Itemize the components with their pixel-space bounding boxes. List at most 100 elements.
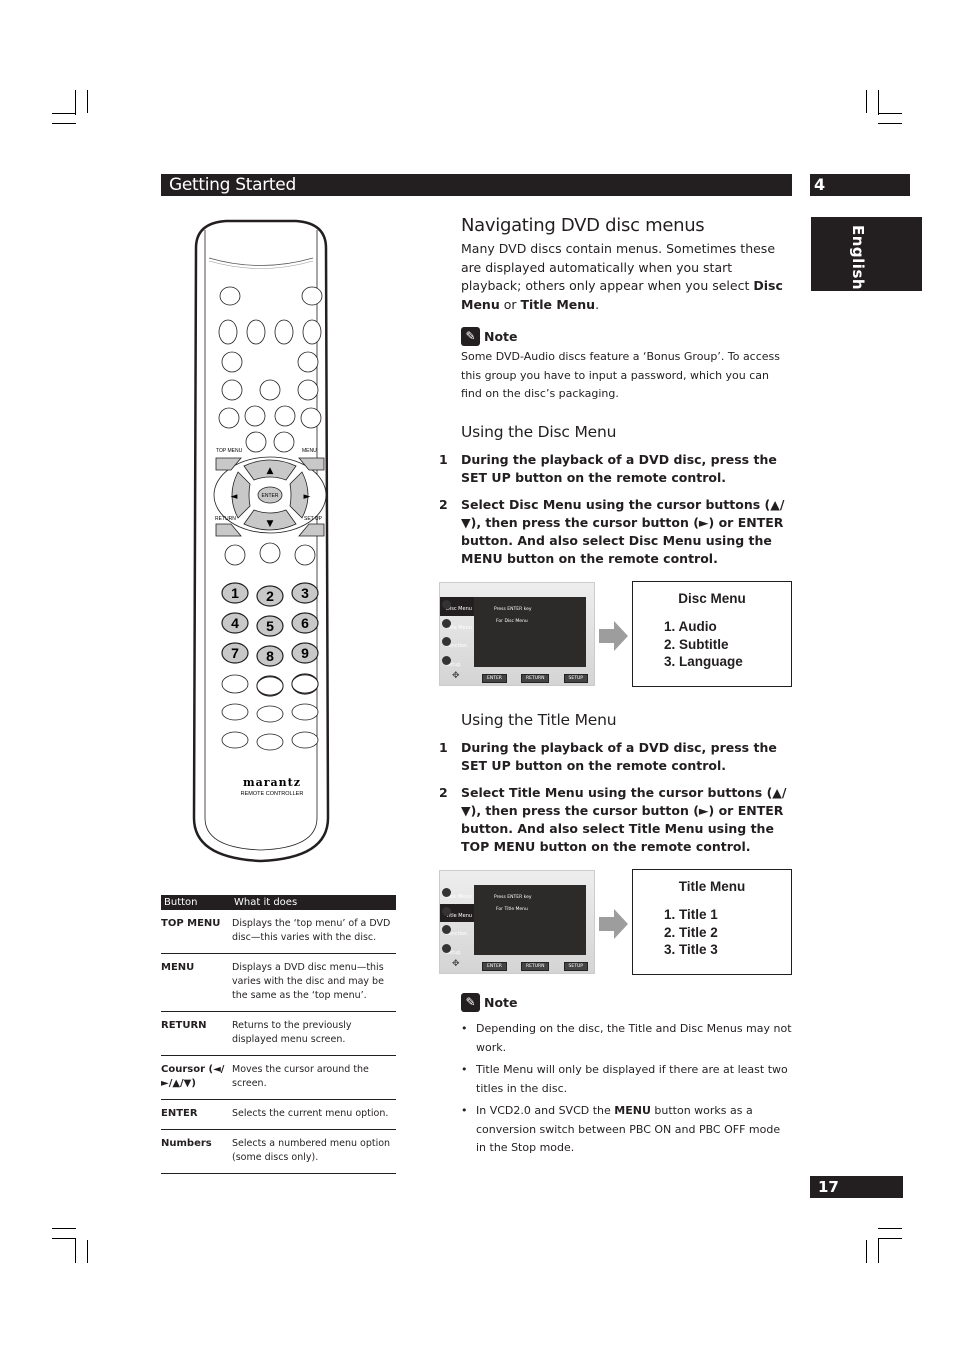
disc-menu-result-box: Disc Menu 1. Audio 2. Subtitle 3. Langua…: [632, 581, 792, 687]
screen-sidebar-item: Disc Menu: [440, 597, 474, 616]
section-title: Getting Started: [169, 175, 296, 195]
down-arrow-icon: ▼: [267, 519, 274, 529]
remote-button: [291, 703, 319, 721]
remote-subtitle: REMOTE CONTROLLER: [241, 791, 304, 797]
screen-sidebar: Disc Menu Title Menu Function Setup: [440, 885, 474, 959]
note-bullets: Depending on the disc, the Title and Dis…: [461, 1020, 793, 1158]
remote-button: [219, 286, 241, 306]
page-heading: Navigating DVD disc menus: [461, 215, 705, 236]
chapter-number-bar: 4: [810, 174, 910, 196]
remote-button: [294, 544, 316, 566]
remote-button: [256, 733, 284, 751]
remote-button: [274, 405, 296, 427]
disc-menu-heading: Using the Disc Menu: [461, 423, 617, 441]
screen-sidebar-item: Setup: [440, 653, 474, 672]
remote-button: [221, 379, 243, 401]
setup-label: SET UP: [304, 516, 323, 522]
remote-button: [244, 405, 266, 427]
page-number-bar: 17: [810, 1176, 903, 1198]
remote-button: [274, 319, 294, 345]
remote-button: [259, 379, 281, 401]
number-key-label: 3: [301, 585, 309, 601]
step-item: 1 During the playback of a DVD disc, pres…: [439, 740, 777, 774]
note-heading: ✎ Note: [461, 327, 518, 346]
remote-button: [297, 351, 319, 373]
pencil-icon: ✎: [461, 993, 480, 1012]
screen-sidebar-item: Function: [440, 922, 474, 941]
remote-button: [224, 544, 246, 566]
remote-button: [297, 379, 319, 401]
left-arrow-icon: ◄: [231, 492, 238, 502]
screen-display: Press ENTER key For Disc Menu: [474, 597, 586, 667]
screen-sidebar-item: Title Menu: [440, 616, 474, 635]
return-label: RETURN: [215, 516, 236, 522]
language-tab: English: [811, 217, 922, 291]
remote-button: [218, 319, 238, 345]
remote-control-illustration: ENTER ▲ ▼ ◄ ► TOP MENU MENU RETURN SET U…: [192, 219, 330, 863]
title-menu-steps: 1 During the playback of a DVD disc, pres…: [439, 739, 789, 865]
number-key-label: 7: [231, 645, 239, 661]
number-key-label: 8: [266, 648, 274, 664]
dpad-icon: ✥: [452, 959, 460, 969]
number-key-label: 6: [301, 615, 309, 631]
chapter-number: 4: [814, 175, 826, 194]
menu-label: MENU: [302, 448, 317, 454]
remote-button: [302, 319, 322, 345]
remote-button: [300, 407, 322, 429]
table-header: Button What it does: [161, 895, 396, 910]
table-row: TOP MENU Displays the ‘top menu’ of a DVD…: [161, 910, 396, 954]
note-section: ✎ Note Depending on the disc, the Title …: [461, 993, 793, 1162]
screen-sidebar: Disc Menu Title Menu Function Setup: [440, 597, 474, 671]
screen-buttons: ENTER RETURN SETUP: [482, 962, 588, 971]
table-row: Numbers Selects a numbered menu option (s…: [161, 1130, 396, 1174]
up-arrow-icon: ▲: [267, 466, 274, 476]
number-key-label: 1: [231, 585, 239, 601]
disc-menu-screen: Disc Menu Title Menu Function Setup Pres…: [439, 582, 595, 686]
title-menu-heading: Using the Title Menu: [461, 711, 617, 729]
step-item: 1 During the playback of a DVD disc, pres…: [439, 452, 777, 486]
remote-button: [291, 674, 319, 694]
table-row: Coursor (◄/►/▲/▼) Moves the cursor around…: [161, 1056, 396, 1100]
page-number: 17: [818, 1178, 839, 1196]
title-menu-screen: Disc Menu Title Menu Function Setup Pres…: [439, 870, 595, 974]
remote-button: [301, 286, 323, 306]
note-bullet: In VCD2.0 and SVCD the MENU button works…: [461, 1102, 793, 1158]
number-key-label: 5: [266, 618, 274, 634]
note-bullet: Depending on the disc, the Title and Dis…: [461, 1020, 793, 1057]
remote-button: [221, 731, 249, 749]
table-row: ENTER Selects the current menu option.: [161, 1100, 396, 1130]
screen-sidebar-item: Title Menu: [440, 903, 474, 922]
remote-body-outline: [192, 219, 330, 863]
remote-button: [221, 351, 243, 373]
remote-button: [221, 674, 249, 694]
note-text: Some DVD-Audio discs feature a ‘Bonus Gr…: [461, 350, 781, 400]
remote-button: [256, 676, 284, 696]
remote-button: [291, 731, 319, 749]
screen-buttons: ENTER RETURN SETUP: [482, 674, 588, 683]
remote-button: [221, 703, 249, 721]
screen-display: Press ENTER key For Title Menu: [474, 885, 586, 955]
pencil-icon: ✎: [461, 327, 480, 346]
screen-sidebar-item: Disc Menu: [440, 885, 474, 904]
brand-logo: marantz: [243, 776, 301, 789]
remote-button: [273, 431, 295, 453]
remote-button: [245, 431, 267, 453]
language-label: English: [849, 225, 867, 291]
top-menu-label: TOP MENU: [216, 448, 243, 454]
section-title-bar: Getting Started: [161, 174, 792, 196]
right-arrow-icon: ►: [304, 492, 311, 502]
remote-button: [246, 319, 266, 345]
enter-label: ENTER: [262, 493, 279, 499]
screen-sidebar-item: Setup: [440, 941, 474, 960]
intro-paragraph: Many DVD discs contain menus. Sometimes …: [461, 241, 783, 312]
number-key-label: 4: [231, 615, 239, 631]
remote-button: [256, 705, 284, 723]
screen-sidebar-item: Function: [440, 634, 474, 653]
remote-button: [259, 542, 281, 564]
disc-menu-steps: 1 During the playback of a DVD disc, pres…: [439, 451, 789, 577]
button-table: Button What it does TOP MENU Displays the …: [161, 895, 396, 1174]
number-key-label: 2: [266, 588, 274, 604]
step-item: 2 Select Disc Menu using the cursor butto…: [439, 496, 785, 567]
note-heading: ✎ Note: [461, 993, 793, 1012]
table-row: RETURN Returns to the previously displaye…: [161, 1012, 396, 1056]
